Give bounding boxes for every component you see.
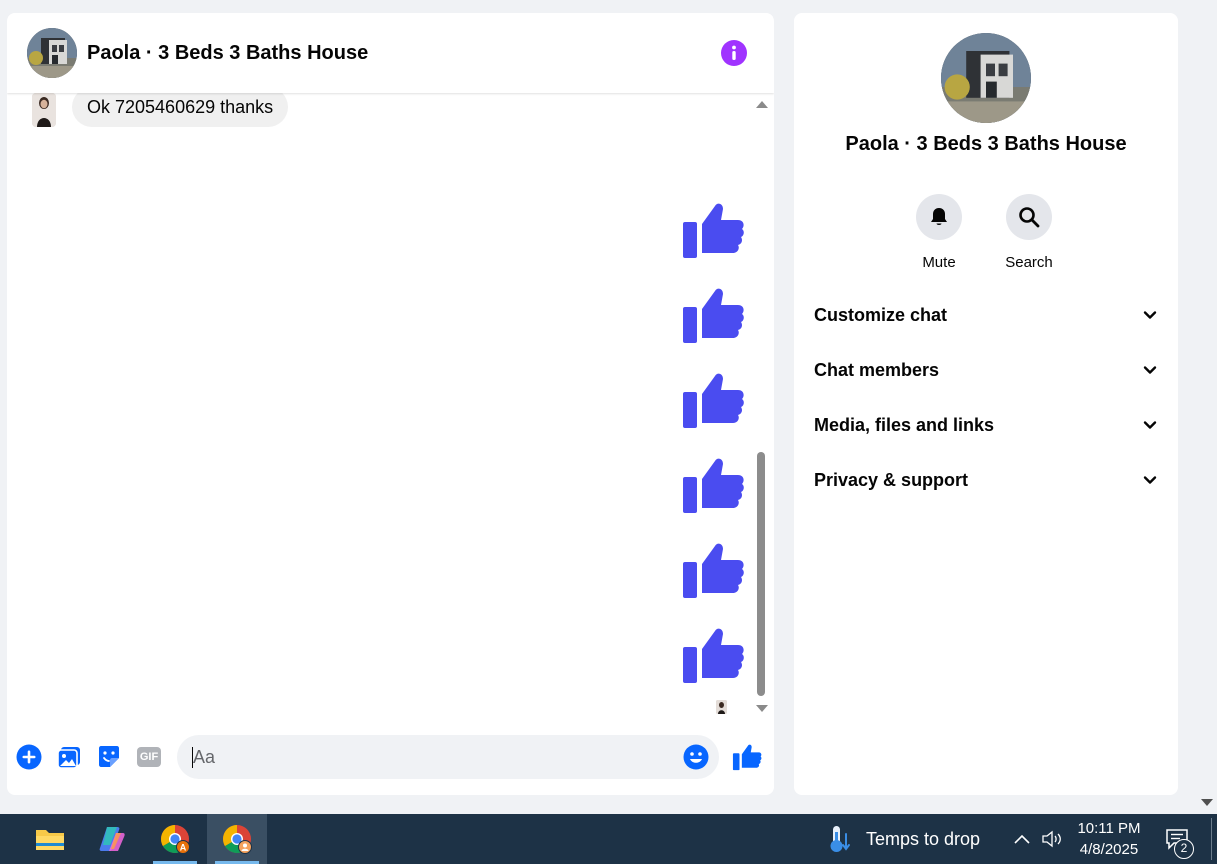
conversation-info-panel: Paola · 3 Beds 3 Baths House Mute Search… <box>794 13 1178 795</box>
thumbs-up-icon[interactable] <box>681 283 745 347</box>
mute-button[interactable]: Mute <box>899 194 979 271</box>
chat-header: Paola · 3 Beds 3 Baths House <box>7 13 774 93</box>
chevron-down-icon <box>1143 476 1157 484</box>
section-media-files-links[interactable]: Media, files and links <box>802 399 1170 451</box>
seen-avatar <box>716 700 727 714</box>
plus-circle-icon[interactable] <box>16 744 42 770</box>
mute-label: Mute <box>922 254 956 271</box>
search-button[interactable]: Search <box>989 194 1069 271</box>
thumbs-up-icon[interactable] <box>681 623 745 687</box>
chrome-icon[interactable]: A <box>145 814 205 864</box>
show-desktop-divider[interactable] <box>1211 818 1212 860</box>
emoji-icon[interactable] <box>683 744 709 770</box>
info-icon[interactable] <box>721 40 747 66</box>
thermometer-icon <box>830 826 850 852</box>
mute-circle[interactable] <box>916 194 962 240</box>
weather-widget[interactable]: Temps to drop <box>828 814 980 864</box>
section-label: Chat members <box>814 360 940 380</box>
taskbar: A Temps to drop 10:11 PM 4/8/2025 2 <box>0 814 1217 864</box>
chevron-up-icon[interactable] <box>1010 814 1034 864</box>
speaker-icon[interactable] <box>1040 814 1064 864</box>
section-chat-members[interactable]: Chat members <box>802 344 1170 396</box>
message-composer: GIF <box>7 727 774 787</box>
copilot-icon[interactable] <box>82 814 142 864</box>
conversation-avatar[interactable] <box>27 28 77 78</box>
svg-text:A: A <box>180 843 187 853</box>
gif-label: GIF <box>137 747 161 767</box>
search-icon <box>1019 207 1040 228</box>
section-label: Media, files and links <box>814 415 995 435</box>
chat-title[interactable]: Paola · 3 Beds 3 Baths House <box>87 42 368 65</box>
message-bubble[interactable]: Ok 7205460629 thanks <box>72 93 289 127</box>
message-input-wrapper[interactable] <box>177 735 719 779</box>
section-label: Customize chat <box>814 305 948 325</box>
clock-date: 4/8/2025 <box>1079 841 1139 858</box>
section-customize-chat[interactable]: Customize chat <box>802 289 1170 341</box>
send-like-button[interactable] <box>732 742 762 772</box>
page-scrollbar[interactable] <box>1197 0 1217 814</box>
weather-text: Temps to drop <box>866 828 981 849</box>
file-explorer-icon[interactable] <box>20 814 80 864</box>
chevron-down-icon <box>1143 366 1157 374</box>
thumbs-up-icon[interactable] <box>681 368 745 432</box>
section-label: Privacy & support <box>814 470 969 490</box>
bell-icon <box>931 208 947 225</box>
search-circle[interactable] <box>1006 194 1052 240</box>
sender-avatar[interactable] <box>32 93 56 127</box>
clock-time: 10:11 PM <box>1077 820 1141 837</box>
notification-count-badge: 2 <box>1174 839 1194 859</box>
image-icon[interactable] <box>56 744 82 770</box>
message-scrollbar[interactable] <box>754 97 768 713</box>
gif-icon[interactable]: GIF <box>136 744 162 770</box>
scroll-down-arrow[interactable] <box>756 705 768 712</box>
clock[interactable]: 10:11 PM 4/8/2025 <box>1068 818 1150 860</box>
chevron-down-icon <box>1143 311 1157 319</box>
profile-name: Paola · 3 Beds 3 Baths House <box>845 133 1127 155</box>
sticker-icon[interactable] <box>96 744 122 770</box>
message-list[interactable]: Ok 7205460629 thanks <box>7 93 774 717</box>
chrome-profile-icon[interactable] <box>207 814 267 864</box>
text-caret <box>192 747 193 768</box>
search-label: Search <box>1005 254 1053 271</box>
scroll-thumb[interactable] <box>757 452 765 696</box>
page-scroll-down-arrow[interactable] <box>1201 799 1213 806</box>
chat-panel: Paola · 3 Beds 3 Baths House Ok 72054606… <box>7 13 774 795</box>
scroll-up-arrow[interactable] <box>756 101 768 108</box>
thumbs-up-icon[interactable] <box>681 453 745 517</box>
section-privacy-support[interactable]: Privacy & support <box>802 454 1170 506</box>
thumbs-up-icon[interactable] <box>681 538 745 602</box>
chevron-down-icon <box>1143 421 1157 429</box>
message-input[interactable] <box>177 735 719 779</box>
profile-avatar[interactable] <box>941 33 1031 123</box>
thumbs-up-icon[interactable] <box>681 198 745 262</box>
